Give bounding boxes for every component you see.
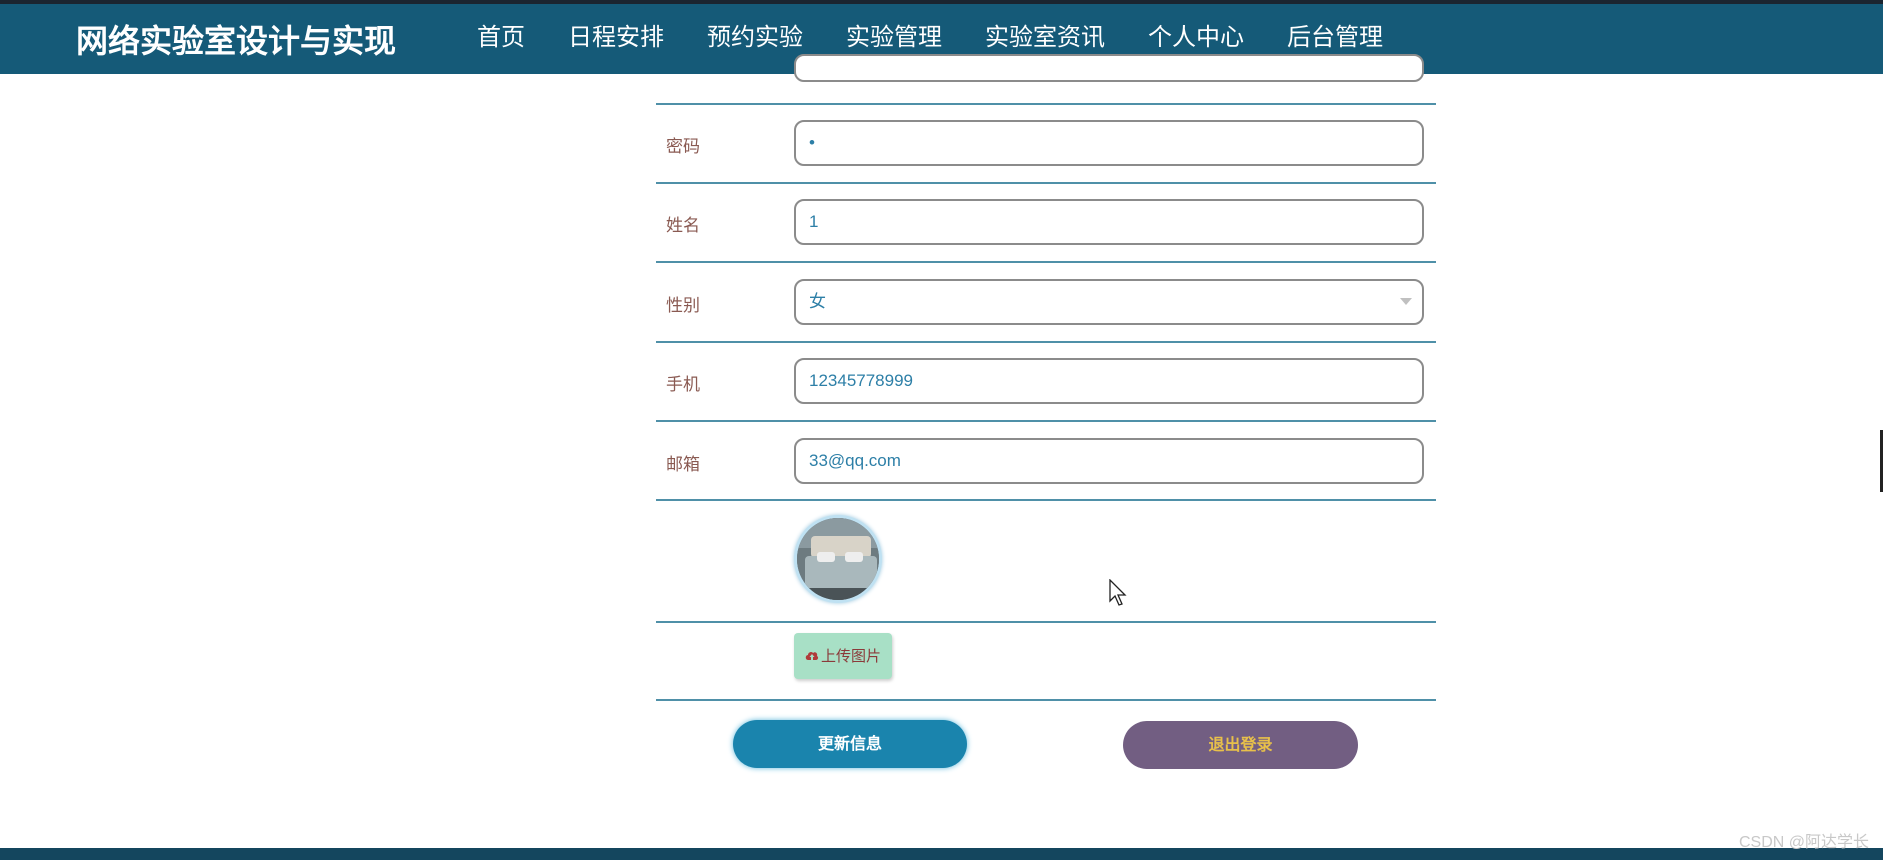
nav-home[interactable]: 首页	[460, 4, 542, 74]
avatar-image	[794, 515, 882, 603]
email-label: 邮箱	[666, 455, 700, 475]
name-field[interactable]: 1	[794, 199, 1424, 245]
footer-bar	[0, 848, 1883, 860]
form-row-partial	[656, 54, 1436, 105]
form-row-name: 姓名 1	[656, 184, 1436, 263]
partial-field[interactable]	[794, 54, 1424, 82]
upload-image-button[interactable]: 上传图片	[794, 633, 892, 679]
chevron-down-icon	[1400, 298, 1412, 305]
phone-label: 手机	[666, 375, 700, 395]
cloud-upload-icon	[805, 651, 819, 660]
password-field[interactable]: •	[794, 120, 1424, 166]
form-row-gender: 性别 女	[656, 263, 1436, 343]
gender-selected-value: 女	[809, 292, 826, 311]
site-title: 网络实验室设计与实现	[76, 22, 397, 60]
logout-button[interactable]: 退出登录	[1123, 721, 1358, 769]
form-row-avatar	[656, 501, 1436, 623]
form-row-phone: 手机 12345778999	[656, 343, 1436, 422]
email-field[interactable]: 33@qq.com	[794, 438, 1424, 484]
password-label: 密码	[666, 137, 700, 157]
form-row-password: 密码 •	[656, 105, 1436, 184]
watermark: CSDN @阿达学长	[1738, 834, 1869, 851]
form-row-email: 邮箱 33@qq.com	[656, 422, 1436, 501]
phone-field[interactable]: 12345778999	[794, 358, 1424, 404]
name-label: 姓名	[666, 216, 700, 236]
bedroom-photo-icon	[797, 518, 879, 600]
gender-select[interactable]: 女	[794, 279, 1424, 325]
upload-label: 上传图片	[820, 647, 881, 665]
form-row-upload: 上传图片	[656, 623, 1436, 701]
gender-label: 性别	[666, 296, 700, 316]
update-info-button[interactable]: 更新信息	[733, 720, 967, 768]
mouse-cursor-icon	[1109, 579, 1127, 606]
